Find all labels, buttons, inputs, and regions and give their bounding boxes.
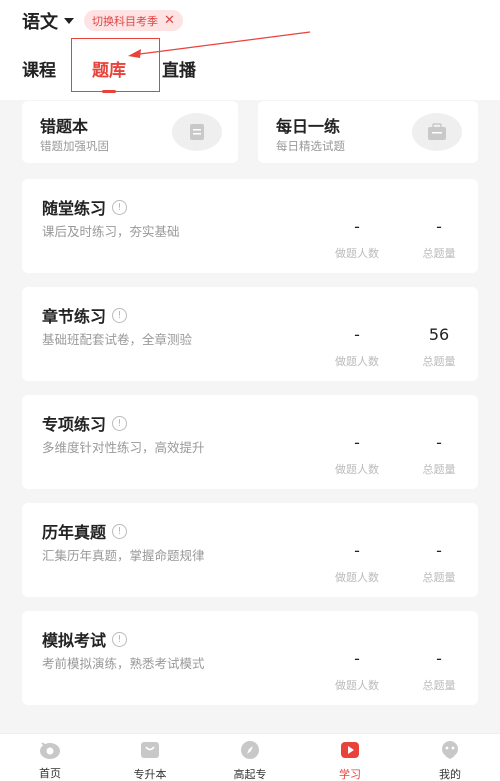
card-title-text: 随堂练习 bbox=[42, 199, 107, 218]
card-title: 每日一练 bbox=[276, 117, 341, 136]
card-title: 随堂练习! bbox=[42, 195, 128, 219]
switch-subject-chip[interactable]: 切换科目考季 ✕ bbox=[84, 10, 183, 31]
total-questions-value: - bbox=[436, 217, 442, 236]
practice-card[interactable]: 模拟考试! 考前模拟演练，熟悉考试模式 - 做题人数 - 总题量 bbox=[22, 611, 478, 705]
total-questions-label: 总题量 bbox=[422, 247, 456, 260]
nav-label: 专升本 bbox=[133, 768, 167, 781]
total-questions-stat: - 总题量 bbox=[404, 179, 474, 273]
participants-value: - bbox=[354, 649, 360, 668]
wrong-answers-card[interactable]: 错题本 错题加强巩固 bbox=[22, 101, 238, 163]
highlight-box bbox=[71, 38, 160, 92]
switch-subject-label: 切换科目考季 bbox=[92, 14, 158, 28]
participants-value: - bbox=[354, 433, 360, 452]
total-questions-value: - bbox=[436, 649, 442, 668]
card-title-text: 模拟考试 bbox=[42, 631, 107, 650]
subject-label: 语文 bbox=[22, 12, 58, 33]
nav-label: 我的 bbox=[439, 768, 461, 781]
card-title-text: 章节练习 bbox=[42, 307, 107, 326]
card-title: 章节练习! bbox=[42, 303, 128, 327]
practice-card[interactable]: 专项练习! 多维度针对性练习，高效提升 - 做题人数 - 总题量 bbox=[22, 395, 478, 489]
tab-courses[interactable]: 课程 bbox=[22, 56, 56, 81]
play-icon bbox=[339, 740, 361, 760]
total-questions-stat: - 总题量 bbox=[404, 503, 474, 597]
total-questions-value: 56 bbox=[428, 325, 450, 344]
practice-card[interactable]: 章节练习! 基础班配套试卷，全章测验 - 做题人数 56 总题量 bbox=[22, 287, 478, 381]
total-questions-label: 总题量 bbox=[422, 355, 456, 368]
participants-stat: - 做题人数 bbox=[322, 287, 392, 381]
compass-icon bbox=[239, 740, 261, 760]
card-subtitle: 错题加强巩固 bbox=[40, 139, 109, 153]
document-icon bbox=[172, 113, 222, 151]
practice-card[interactable]: 历年真题! 汇集历年真题，掌握命题规律 - 做题人数 - 总题量 bbox=[22, 503, 478, 597]
total-questions-label: 总题量 bbox=[422, 463, 456, 476]
daily-practice-card[interactable]: 每日一练 每日精选试题 bbox=[258, 101, 478, 163]
participants-value: - bbox=[354, 325, 360, 344]
participants-stat: - 做题人数 bbox=[322, 395, 392, 489]
participants-value: - bbox=[354, 541, 360, 560]
nav-home[interactable]: 首页 bbox=[15, 734, 85, 781]
info-icon[interactable]: ! bbox=[112, 199, 128, 215]
participants-label: 做题人数 bbox=[335, 463, 379, 476]
nav-label: 首页 bbox=[39, 767, 61, 780]
close-icon[interactable]: ✕ bbox=[164, 14, 175, 27]
caret-down-icon bbox=[64, 18, 74, 24]
card-title: 专项练习! bbox=[42, 411, 128, 435]
bag-icon bbox=[139, 740, 161, 760]
nav-label: 学习 bbox=[339, 768, 361, 781]
total-questions-value: - bbox=[436, 541, 442, 560]
total-questions-stat: - 总题量 bbox=[404, 611, 474, 705]
info-icon[interactable]: ! bbox=[112, 415, 128, 431]
participants-label: 做题人数 bbox=[335, 679, 379, 692]
total-questions-stat: 56 总题量 bbox=[404, 287, 474, 381]
card-title-text: 历年真题 bbox=[42, 523, 107, 542]
nav-study[interactable]: 学习 bbox=[315, 734, 385, 781]
profile-icon bbox=[439, 740, 461, 760]
participants-label: 做题人数 bbox=[335, 247, 379, 260]
card-title-text: 专项练习 bbox=[42, 415, 107, 434]
card-subtitle: 每日精选试题 bbox=[276, 139, 345, 153]
card-title: 历年真题! bbox=[42, 519, 128, 543]
tab-live[interactable]: 直播 bbox=[162, 56, 196, 81]
home-icon bbox=[39, 740, 61, 759]
participants-label: 做题人数 bbox=[335, 355, 379, 368]
nav-profile[interactable]: 我的 bbox=[415, 734, 485, 781]
card-description: 多维度针对性练习，高效提升 bbox=[42, 440, 205, 455]
total-questions-value: - bbox=[436, 433, 442, 452]
total-questions-stat: - 总题量 bbox=[404, 395, 474, 489]
top-bar: 语文 切换科目考季 ✕ 课程 题库 直播 bbox=[0, 0, 500, 100]
participants-label: 做题人数 bbox=[335, 571, 379, 584]
participants-stat: - 做题人数 bbox=[322, 179, 392, 273]
nav-associate[interactable]: 高起专 bbox=[215, 734, 285, 781]
practice-card[interactable]: 随堂练习! 课后及时练习，夯实基础 - 做题人数 - 总题量 bbox=[22, 179, 478, 273]
info-icon[interactable]: ! bbox=[112, 307, 128, 323]
nav-upgrade[interactable]: 专升本 bbox=[115, 734, 185, 781]
nav-label: 高起专 bbox=[233, 768, 267, 781]
total-questions-label: 总题量 bbox=[422, 571, 456, 584]
subject-selector[interactable]: 语文 bbox=[22, 8, 74, 34]
card-title: 错题本 bbox=[40, 117, 89, 136]
participants-value: - bbox=[354, 217, 360, 236]
card-description: 课后及时练习，夯实基础 bbox=[42, 224, 180, 239]
card-description: 考前模拟演练，熟悉考试模式 bbox=[42, 656, 205, 671]
info-icon[interactable]: ! bbox=[112, 631, 128, 647]
card-description: 汇集历年真题，掌握命题规律 bbox=[42, 548, 205, 563]
info-icon[interactable]: ! bbox=[112, 523, 128, 539]
total-questions-label: 总题量 bbox=[422, 679, 456, 692]
card-title: 模拟考试! bbox=[42, 627, 128, 651]
card-description: 基础班配套试卷，全章测验 bbox=[42, 332, 193, 347]
participants-stat: - 做题人数 bbox=[322, 503, 392, 597]
briefcase-icon bbox=[412, 113, 462, 151]
bottom-nav: 首页 专升本 高起专 学习 我的 bbox=[0, 733, 500, 781]
participants-stat: - 做题人数 bbox=[322, 611, 392, 705]
